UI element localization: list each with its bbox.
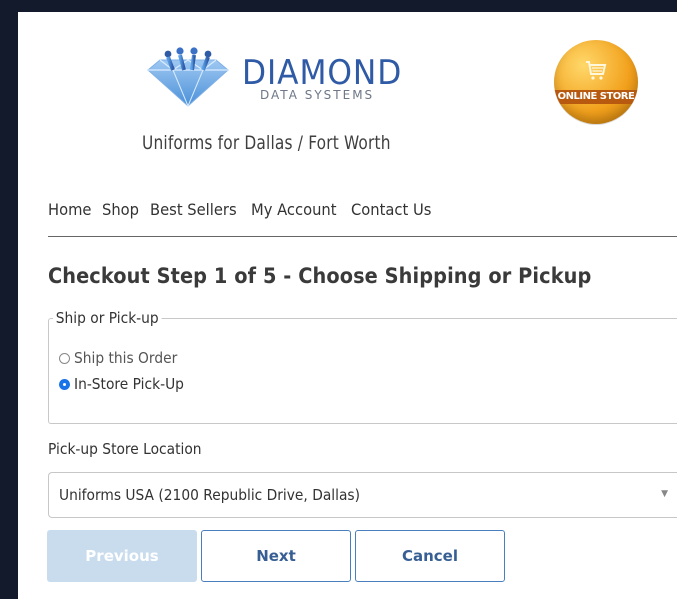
nav-shop[interactable]: Shop — [102, 200, 139, 219]
nav-my-account[interactable]: My Account — [251, 200, 337, 219]
brand-logo-text: DIAMOND DATA SYSTEMS — [242, 56, 416, 102]
nav-home[interactable]: Home — [48, 200, 91, 219]
previous-button[interactable]: Previous — [47, 530, 197, 582]
checkout-page: DIAMOND DATA SYSTEMS Uniforms for Dallas… — [18, 12, 677, 599]
ship-radio[interactable] — [59, 352, 70, 364]
next-button[interactable]: Next — [201, 530, 351, 582]
ship-or-pickup-legend: Ship or Pick-up — [53, 309, 162, 327]
in-store-pickup-label: In-Store Pick-Up — [74, 375, 184, 393]
main-navigation: Home Shop Best Sellers My Account Contac… — [48, 200, 432, 219]
chevron-down-icon: ▼ — [661, 489, 668, 499]
nav-divider — [48, 236, 677, 237]
in-store-pickup-option[interactable]: In-Store Pick-Up — [59, 375, 194, 393]
ship-this-order-option[interactable]: Ship this Order — [59, 350, 186, 366]
ship-or-pickup-fieldset: Ship or Pick-up Ship this Order In-Store… — [48, 309, 677, 424]
cancel-button[interactable]: Cancel — [355, 530, 505, 582]
pickup-radio[interactable] — [59, 378, 70, 390]
site-tagline: Uniforms for Dallas / Fort Worth — [142, 132, 391, 154]
brand-name: DIAMOND — [242, 53, 403, 93]
site-header: DIAMOND DATA SYSTEMS Uniforms for Dallas… — [18, 12, 677, 172]
nav-best-sellers[interactable]: Best Sellers — [150, 200, 237, 219]
online-store-badge[interactable]: ONLINE STORE — [554, 40, 638, 124]
shopping-cart-icon — [586, 61, 607, 80]
diamond-logo-icon — [147, 47, 229, 108]
online-store-label: ONLINE STORE — [554, 90, 638, 104]
page-title: Checkout Step 1 of 5 - Choose Shipping o… — [48, 264, 592, 288]
pickup-location-value: Uniforms USA (2100 Republic Drive, Dalla… — [59, 486, 360, 504]
ship-this-order-label: Ship this Order — [74, 350, 178, 366]
nav-contact-us[interactable]: Contact Us — [351, 200, 431, 219]
pickup-location-label: Pick-up Store Location — [48, 440, 202, 458]
pickup-location-select[interactable]: Uniforms USA (2100 Republic Drive, Dalla… — [48, 472, 677, 518]
